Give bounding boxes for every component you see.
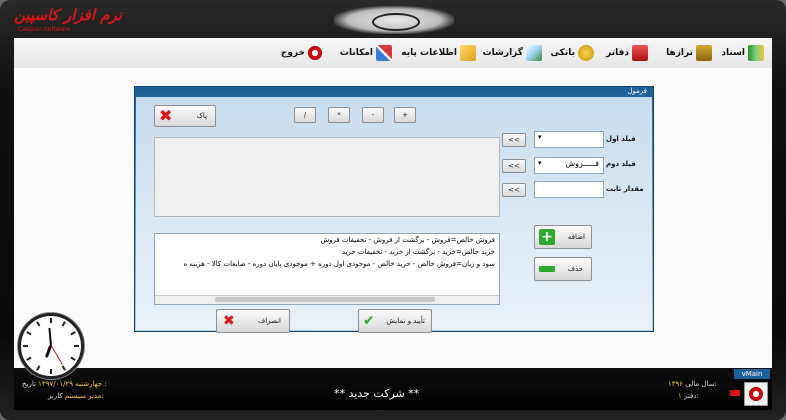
book-label: دفتر: bbox=[684, 392, 699, 400]
formula-hscrollbar[interactable] bbox=[155, 295, 499, 304]
fiscal-year-value: ۱۳۹۶ bbox=[668, 380, 684, 388]
notepad-icon bbox=[460, 45, 476, 61]
form-name-badge: vMain bbox=[734, 369, 770, 379]
minus-icon bbox=[539, 266, 555, 272]
plus-icon: + bbox=[539, 229, 555, 245]
company-name: ** شرکت جدید ** bbox=[334, 387, 420, 400]
menu-documents[interactable]: اسناد bbox=[721, 44, 764, 62]
menu-reports[interactable]: گزارشات bbox=[483, 44, 542, 62]
formula-list[interactable]: فروش خالص=فروش - برگشت از فروش - تخفیفات… bbox=[154, 233, 500, 305]
app-logo bbox=[334, 6, 454, 34]
coins-icon bbox=[578, 45, 594, 61]
scrollbar-thumb[interactable] bbox=[215, 297, 435, 302]
menu-label: امکانات bbox=[339, 48, 373, 58]
field2-select[interactable]: ▾ فـــــروش bbox=[534, 157, 604, 174]
chevron-down-icon: ▾ bbox=[538, 133, 542, 141]
chevron-down-icon: ▾ bbox=[538, 159, 542, 167]
date-status: جهارشنبه ۱۳۹۷/۰۱/۲۹ تاریخ : bbox=[22, 380, 107, 388]
book-status: ۱ دفتر: bbox=[678, 392, 699, 400]
field1-insert-button[interactable]: << bbox=[502, 133, 526, 147]
field1-label: فیلد اول bbox=[606, 135, 636, 143]
menu-tools[interactable]: امکانات bbox=[340, 44, 392, 62]
clock-tick bbox=[36, 365, 41, 371]
clock-tick bbox=[36, 321, 41, 327]
menu-ledgers[interactable]: دفاتر bbox=[606, 44, 648, 62]
cancel-button[interactable]: ✖ انصراف bbox=[216, 309, 290, 333]
brand-subtitle: Caspian Software bbox=[18, 26, 71, 33]
fiscal-year-status: ۱۳۹۶ سال مالی: bbox=[668, 380, 717, 388]
clock-tick bbox=[61, 321, 66, 327]
clock-tick bbox=[23, 345, 28, 347]
clear-label: پاک bbox=[196, 112, 207, 120]
user-value: مدیر سیستم bbox=[64, 392, 102, 400]
clock-tick bbox=[50, 369, 52, 374]
clock-second-hand bbox=[51, 345, 63, 366]
scale-icon bbox=[696, 45, 712, 61]
field2-insert-button[interactable]: << bbox=[502, 159, 526, 173]
delete-label: حذف bbox=[567, 265, 583, 273]
formula-preview-box bbox=[154, 137, 500, 217]
clock-tick bbox=[70, 356, 76, 361]
menu-label: ترازها bbox=[666, 48, 693, 58]
check-icon: ✔ bbox=[363, 313, 375, 329]
book-icon bbox=[632, 45, 648, 61]
minus-button[interactable]: - bbox=[362, 107, 384, 123]
divide-button[interactable]: / bbox=[294, 107, 316, 123]
exit-button[interactable] bbox=[744, 382, 768, 406]
menu-label: دفاتر bbox=[606, 48, 629, 58]
field2-label: فیلد دوم bbox=[606, 160, 636, 168]
formula-line: فروش خالص=فروش - برگشت از فروش - تخفیفات… bbox=[320, 236, 495, 244]
constant-label: مقدار ثابت bbox=[606, 185, 644, 193]
menu-label: خروج bbox=[280, 48, 305, 58]
main-menubar: اسناد ترازها دفاتر بانکی گزارشات اطلاعات… bbox=[14, 38, 772, 69]
clear-button[interactable]: ✖ پاک bbox=[154, 105, 216, 127]
constant-insert-button[interactable]: << bbox=[502, 183, 526, 197]
power-icon bbox=[308, 46, 322, 60]
multiply-button[interactable]: * bbox=[328, 107, 350, 123]
fiscal-year-label: سال مالی: bbox=[685, 380, 717, 388]
dialog-title: فرمول bbox=[627, 87, 647, 95]
brand-title: نرم افزار کاسپین bbox=[14, 6, 122, 24]
report-icon bbox=[526, 45, 542, 61]
formula-line: خرید خالص=خرید - برگشت از خرید - تخفیفات… bbox=[341, 248, 495, 256]
delete-button[interactable]: حذف bbox=[534, 257, 592, 281]
power-icon bbox=[749, 387, 763, 401]
plus-button[interactable]: + bbox=[394, 107, 416, 123]
add-label: اضافه bbox=[567, 233, 585, 241]
confirm-button[interactable]: ✔ تأیید و نمایش bbox=[358, 309, 432, 333]
menu-label: گزارشات bbox=[482, 48, 523, 58]
analog-clock bbox=[18, 313, 84, 379]
menu-exit[interactable]: خروج bbox=[281, 44, 322, 62]
clock-tick bbox=[61, 365, 66, 371]
clock-minute-hand bbox=[48, 327, 52, 347]
clear-x-icon: ✖ bbox=[159, 106, 173, 125]
formula-line: سود و زیان=فروش خالص - خرید خالص - موجود… bbox=[183, 260, 495, 268]
book-value: ۱ bbox=[678, 392, 682, 400]
status-flag-icon bbox=[730, 390, 740, 396]
menu-label: اسناد bbox=[721, 48, 745, 58]
menu-banking[interactable]: بانکی bbox=[551, 44, 594, 62]
add-button[interactable]: + اضافه bbox=[534, 225, 592, 249]
user-status: مدیر سیستم کاربر: bbox=[48, 392, 104, 400]
formula-dialog: فرمول ✖ پاک / * - + << ▾ فیلد اول << ▾ ف… bbox=[134, 86, 654, 333]
menu-base-info[interactable]: اطلاعات پایه bbox=[401, 44, 476, 62]
date-value: جهارشنبه ۱۳۹۷/۰۱/۲۹ bbox=[38, 380, 103, 388]
field1-select[interactable]: ▾ bbox=[534, 131, 604, 148]
clock-tick bbox=[50, 318, 52, 323]
clock-tick bbox=[26, 331, 32, 336]
dialog-body: ✖ پاک / * - + << ▾ فیلد اول << ▾ فـــــر… bbox=[136, 97, 652, 333]
documents-icon bbox=[748, 45, 764, 61]
tools-icon bbox=[376, 45, 392, 61]
clock-tick bbox=[70, 331, 76, 336]
clock-tick bbox=[74, 345, 79, 347]
menu-balances[interactable]: ترازها bbox=[666, 44, 712, 62]
menu-label: اطلاعات پایه bbox=[401, 48, 457, 58]
cancel-x-icon: ✖ bbox=[223, 313, 235, 329]
confirm-label: تأیید و نمایش bbox=[386, 317, 425, 325]
field2-value: فـــــروش bbox=[565, 159, 599, 168]
constant-input[interactable] bbox=[534, 181, 604, 198]
clock-tick bbox=[26, 356, 32, 361]
cancel-label: انصراف bbox=[257, 317, 281, 325]
menu-label: بانکی bbox=[550, 48, 575, 58]
